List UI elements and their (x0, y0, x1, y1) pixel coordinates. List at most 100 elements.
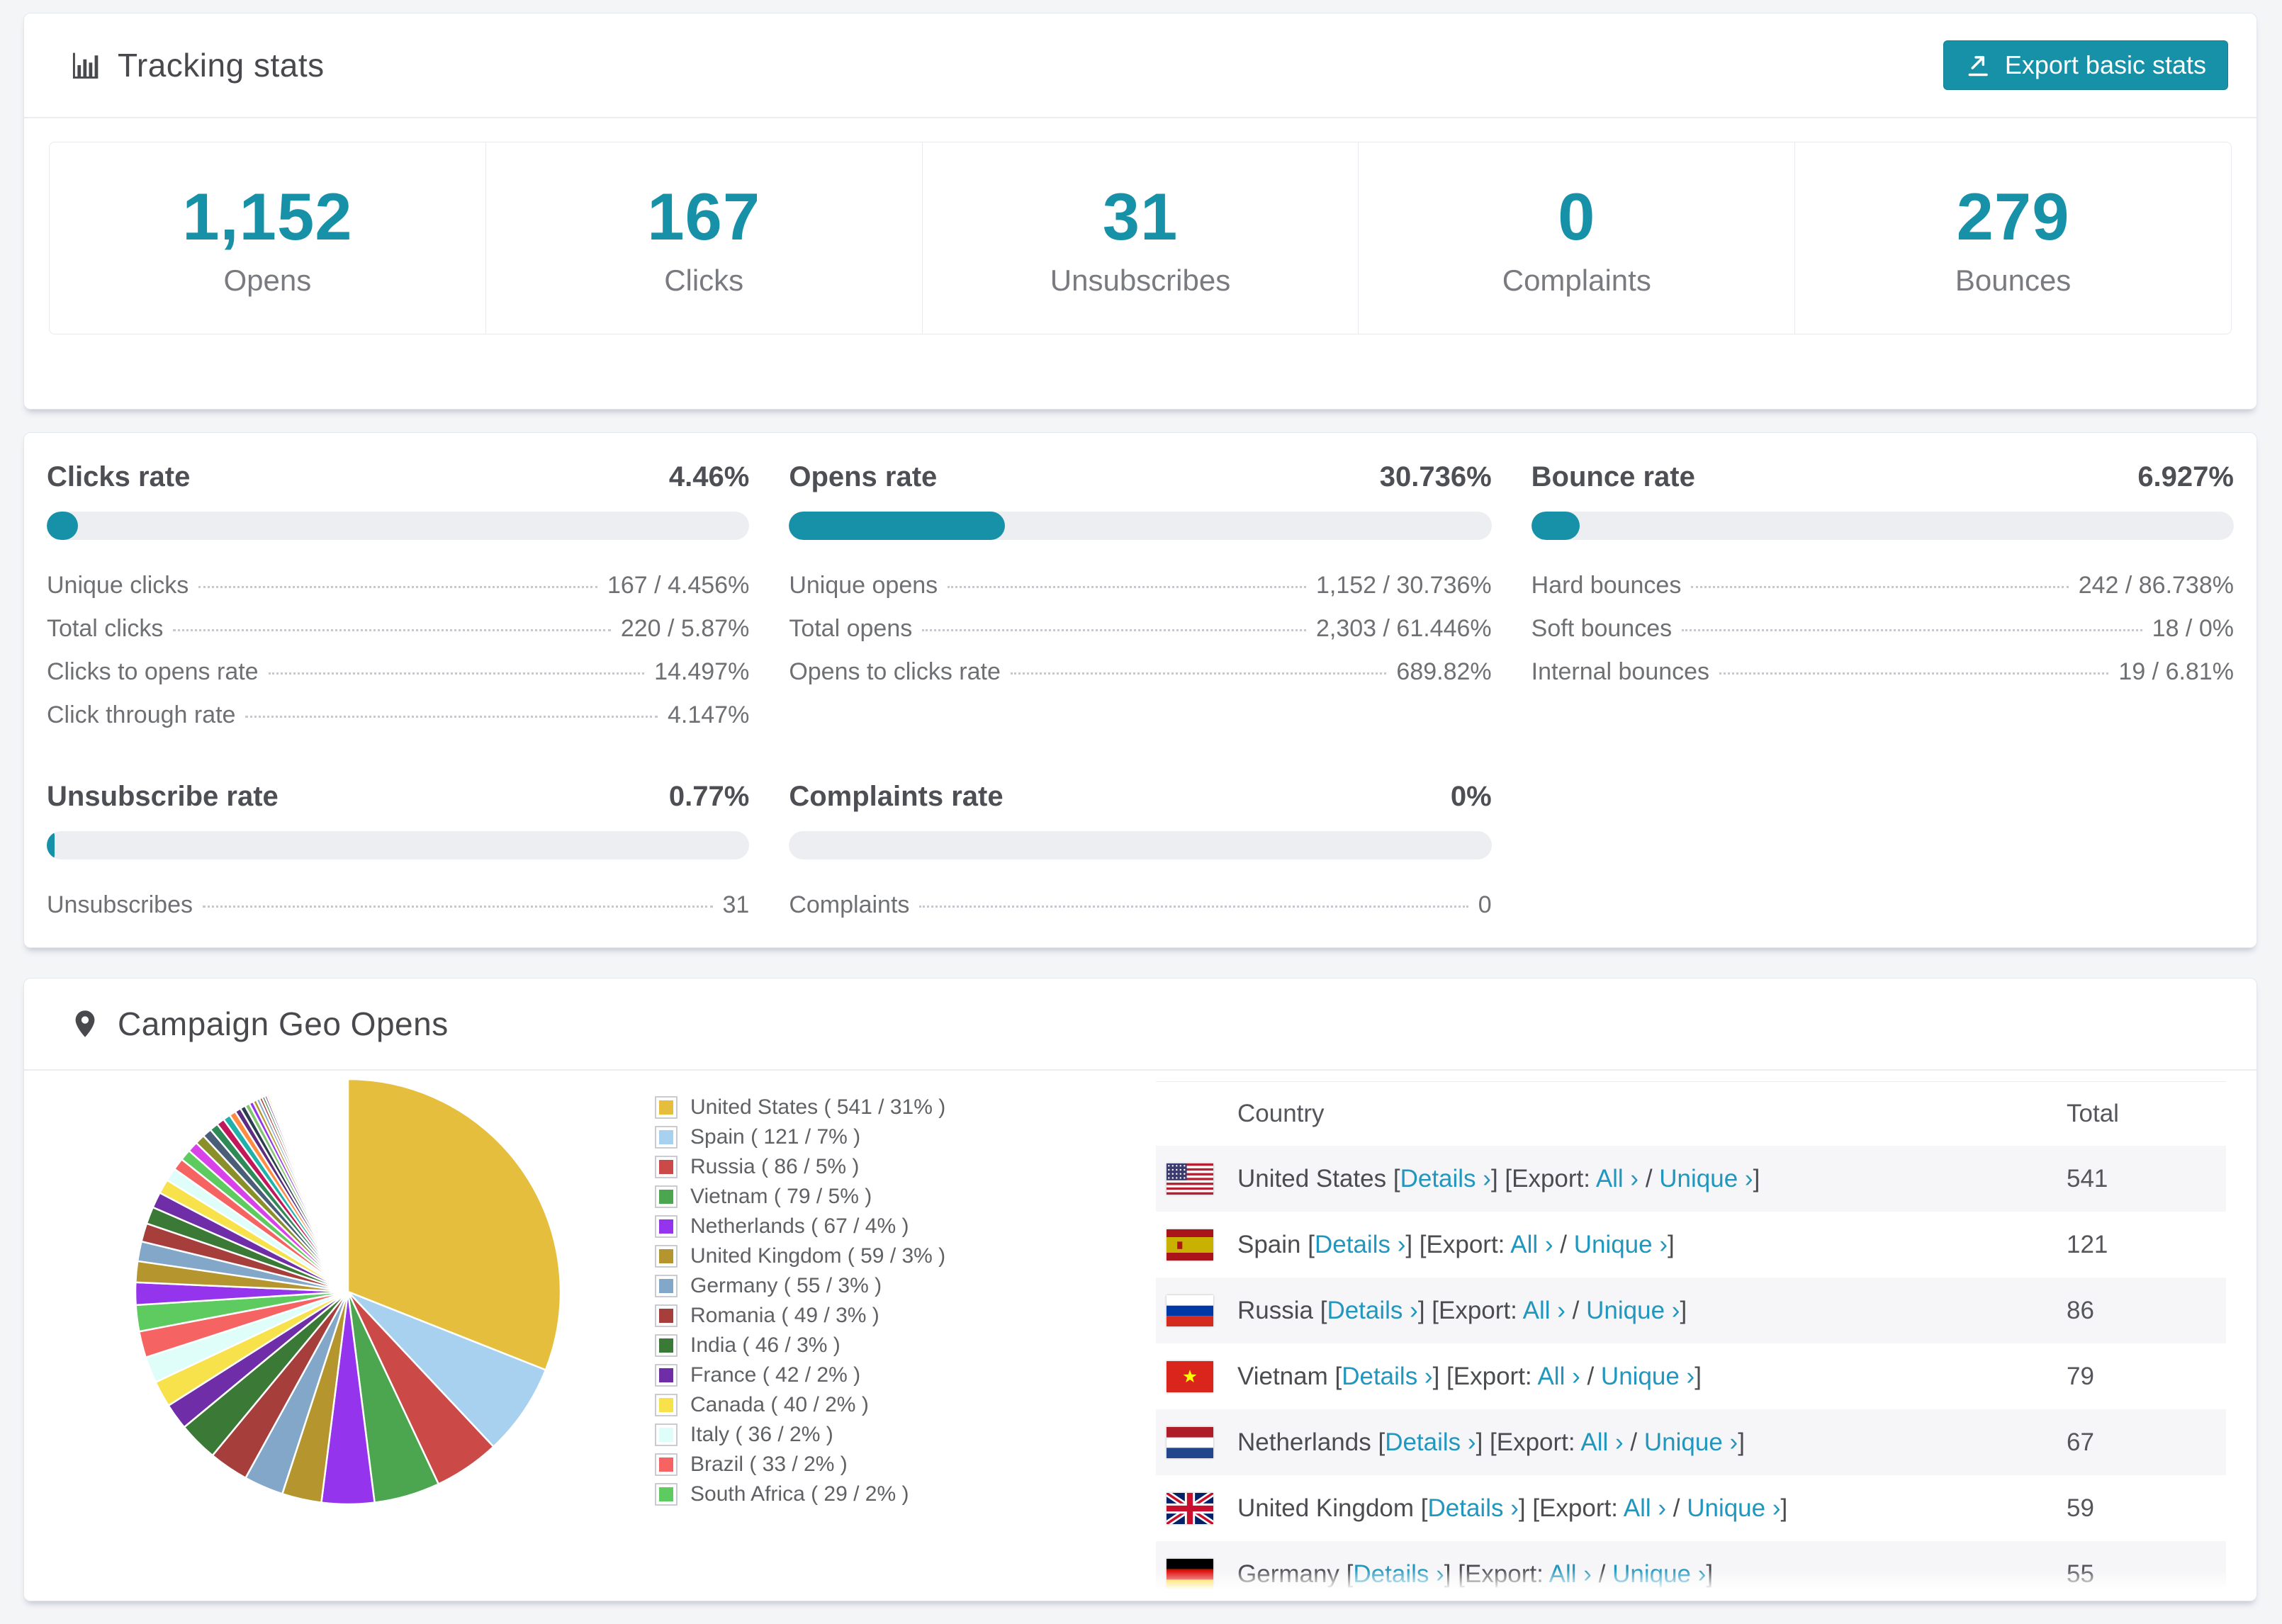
flag-de-icon (1167, 1558, 1213, 1590)
legend-item-spain[interactable]: Spain ( 121 / 7% ) (655, 1122, 945, 1152)
legend-item-india[interactable]: India ( 46 / 3% ) (655, 1331, 945, 1360)
country-row-text: Germany [Details ›] [Export: All › / Uni… (1237, 1560, 1714, 1588)
country-name: Spain (1237, 1230, 1301, 1258)
country-row-text: Netherlands [Details ›] [Export: All › /… (1237, 1428, 1745, 1456)
legend-item-france[interactable]: France ( 42 / 2% ) (655, 1360, 945, 1390)
rate-detail-row: Total opens 2,303 / 61.446% (789, 607, 1491, 650)
tracking-stats-card: Tracking stats Export basic stats 1,152 O… (23, 13, 2257, 410)
country-cell: United Kingdom [Details ›] [Export: All … (1156, 1492, 2067, 1524)
export-all-link[interactable]: All › (1510, 1231, 1553, 1258)
details-link[interactable]: Details › (1400, 1165, 1491, 1192)
details-link[interactable]: Details › (1353, 1560, 1444, 1588)
export-unique-link[interactable]: Unique › (1586, 1297, 1680, 1324)
stat-box-unsubscribes: 31 Unsubscribes (923, 142, 1359, 334)
rate-panel-complaints-rate: Complaints rate 0% Complaints 0 (789, 781, 1492, 927)
legend-swatch (655, 1423, 678, 1446)
rate-detail-row: Unsubscribes 31 (47, 884, 749, 927)
geo-table-header: Country Total (1156, 1082, 2226, 1146)
rate-progress-fill (1531, 512, 1580, 540)
details-link[interactable]: Details › (1327, 1297, 1417, 1324)
export-all-link[interactable]: All › (1596, 1165, 1639, 1192)
export-unique-link[interactable]: Unique › (1687, 1494, 1780, 1522)
rate-row-label: Internal bounces (1531, 658, 1710, 685)
legend-item-south-africa[interactable]: South Africa ( 29 / 2% ) (655, 1479, 945, 1509)
details-link[interactable]: Details › (1342, 1363, 1432, 1390)
rate-row-label: Complaints (789, 891, 910, 918)
rate-progress-bar (789, 512, 1492, 540)
export-unique-link[interactable]: Unique › (1644, 1428, 1738, 1456)
rate-rows: Unique opens 1,152 / 30.736% Total opens 2,… (789, 564, 1491, 694)
export-unique-link[interactable]: Unique › (1659, 1165, 1753, 1192)
details-link[interactable]: Details › (1385, 1428, 1476, 1456)
rate-value: 6.927% (2137, 461, 2234, 492)
rate-progress-bar (47, 512, 750, 540)
details-link[interactable]: Details › (1315, 1231, 1405, 1258)
country-cell: Vietnam [Details ›] [Export: All › / Uni… (1156, 1360, 2067, 1392)
export-all-link[interactable]: All › (1549, 1560, 1592, 1588)
country-row-text: Spain [Details ›] [Export: All › / Uniqu… (1237, 1230, 1675, 1258)
legend-label: Spain ( 121 / 7% ) (690, 1125, 861, 1149)
rate-progress-bar (47, 831, 750, 859)
export-unique-link[interactable]: Unique › (1612, 1560, 1706, 1588)
flag-ru-icon (1167, 1295, 1213, 1326)
flag-us-icon (1167, 1163, 1213, 1195)
map-pin-icon (75, 1010, 95, 1037)
table-row-united-states: United States [Details ›] [Export: All ›… (1156, 1146, 2226, 1212)
country-row-text: United Kingdom [Details ›] [Export: All … (1237, 1494, 1788, 1522)
total-cell: 55 (2067, 1560, 2094, 1588)
export-all-link[interactable]: All › (1580, 1428, 1623, 1456)
legend-swatch (655, 1126, 678, 1149)
details-link[interactable]: Details › (1428, 1494, 1519, 1522)
legend-item-russia[interactable]: Russia ( 86 / 5% ) (655, 1152, 945, 1182)
total-cell: 121 (2067, 1230, 2108, 1258)
rate-detail-row: Unique clicks 167 / 4.456% (47, 564, 749, 607)
table-row-netherlands: Netherlands [Details ›] [Export: All › /… (1156, 1409, 2226, 1475)
legend-item-romania[interactable]: Romania ( 49 / 3% ) (655, 1301, 945, 1331)
export-unique-link[interactable]: Unique › (1601, 1363, 1694, 1390)
rate-detail-row: Click through rate 4.147% (47, 694, 749, 737)
export-all-link[interactable]: All › (1523, 1297, 1566, 1324)
legend-label: Romania ( 49 / 3% ) (690, 1304, 879, 1327)
legend-item-netherlands[interactable]: Netherlands ( 67 / 4% ) (655, 1212, 945, 1241)
rate-row-value: 689.82% (1396, 658, 1492, 685)
legend-item-germany[interactable]: Germany ( 55 / 3% ) (655, 1271, 945, 1301)
legend-swatch (655, 1334, 678, 1357)
rate-row-value: 19 / 6.81% (2118, 658, 2234, 685)
export-all-link[interactable]: All › (1624, 1494, 1666, 1522)
export-basic-stats-button[interactable]: Export basic stats (1943, 40, 2228, 90)
rate-detail-row: Hard bounces 242 / 86.738% (1531, 564, 2234, 607)
legend-swatch (655, 1364, 678, 1387)
stat-label: Opens (223, 264, 312, 297)
legend-item-brazil[interactable]: Brazil ( 33 / 2% ) (655, 1450, 945, 1479)
total-cell: 541 (2067, 1164, 2108, 1192)
country-cell: United States [Details ›] [Export: All ›… (1156, 1163, 2067, 1195)
legend-item-united-states[interactable]: United States ( 541 / 31% ) (655, 1093, 945, 1122)
table-row-spain: Spain [Details ›] [Export: All › / Uniqu… (1156, 1212, 2226, 1278)
flag-gb-icon (1167, 1492, 1213, 1524)
legend-swatch (655, 1215, 678, 1238)
dotted-leader (202, 906, 713, 908)
legend-item-italy[interactable]: Italy ( 36 / 2% ) (655, 1420, 945, 1450)
country-name: Russia (1237, 1296, 1313, 1324)
export-unique-link[interactable]: Unique › (1574, 1231, 1668, 1258)
country-cell: Germany [Details ›] [Export: All › / Uni… (1156, 1558, 2067, 1590)
legend-swatch (655, 1453, 678, 1476)
total-cell: 79 (2067, 1362, 2094, 1390)
geo-header: Campaign Geo Opens (24, 979, 2256, 1071)
rate-row-value: 167 / 4.456% (607, 572, 750, 599)
rate-progress-fill (47, 512, 79, 540)
dotted-leader (1682, 629, 2142, 631)
legend-swatch (655, 1156, 678, 1178)
legend-item-vietnam[interactable]: Vietnam ( 79 / 5% ) (655, 1182, 945, 1212)
country-name: United States (1237, 1164, 1387, 1192)
rate-row-label: Clicks to opens rate (47, 658, 259, 685)
dotted-leader (198, 586, 597, 588)
legend-label: United Kingdom ( 59 / 3% ) (690, 1244, 946, 1268)
legend-item-canada[interactable]: Canada ( 40 / 2% ) (655, 1390, 945, 1420)
legend-item-united-kingdom[interactable]: United Kingdom ( 59 / 3% ) (655, 1241, 945, 1271)
email-campaign-stats-page: { "tracking": { "title": "Tracking stats… (0, 0, 2282, 1624)
legend-label: Vietnam ( 79 / 5% ) (690, 1185, 872, 1208)
rate-progress-fill (47, 831, 55, 859)
rate-progress-bar (1531, 512, 2234, 540)
export-all-link[interactable]: All › (1537, 1363, 1580, 1390)
